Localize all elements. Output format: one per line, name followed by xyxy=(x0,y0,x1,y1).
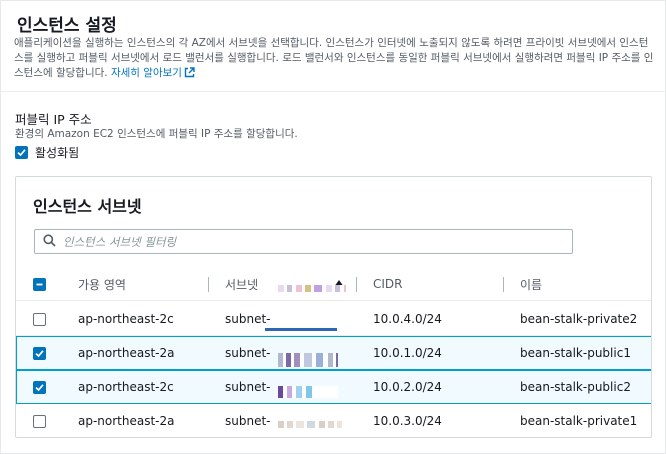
cell-cidr: 10.0.4.0/24 xyxy=(373,312,442,326)
subnets-table: 가용 영역 서브넷 CIDR 이름 ap-northeast-2c subnet… xyxy=(16,267,651,428)
minus-icon xyxy=(36,283,43,286)
cell-cidr: 10.0.2.0/24 xyxy=(373,380,442,394)
column-header-az[interactable]: 가용 영역 xyxy=(78,267,126,301)
public-ip-checkbox-label: 활성화됨 xyxy=(35,146,80,160)
cell-az: ap-northeast-2a xyxy=(78,346,175,360)
redacted-subnet-id xyxy=(278,386,338,398)
table-header: 가용 영역 서브넷 CIDR 이름 xyxy=(16,267,651,301)
select-all-checkbox[interactable] xyxy=(33,278,46,291)
checkmark-icon xyxy=(35,384,44,392)
redacted-subnet-id xyxy=(278,421,342,428)
column-divider[interactable] xyxy=(503,277,504,292)
column-header-subnet[interactable]: 서브넷 xyxy=(225,267,258,301)
subnet-filter-input[interactable] xyxy=(63,234,543,249)
public-ip-description: 환경의 Amazon EC2 인스턴스에 퍼블릭 IP 주소를 할당합니다. xyxy=(15,128,298,140)
row-checkbox[interactable] xyxy=(33,381,46,394)
learn-more-link[interactable]: 자세히 알아보기 xyxy=(111,67,195,79)
cell-az: ap-northeast-2a xyxy=(78,414,175,428)
cell-subnet: subnet- xyxy=(225,346,271,360)
cell-name: bean-stalk-private1 xyxy=(520,414,638,428)
cell-name: bean-stalk-public1 xyxy=(520,346,631,360)
public-ip-checkbox[interactable] xyxy=(15,146,28,159)
external-link-icon xyxy=(184,67,195,83)
search-icon xyxy=(43,232,56,251)
cell-subnet: subnet- xyxy=(225,414,271,428)
cell-az: ap-northeast-2c xyxy=(78,312,174,326)
checkmark-icon xyxy=(35,350,44,358)
cell-az: ap-northeast-2c xyxy=(78,380,174,394)
subnets-title: 인스턴스 서브넷 xyxy=(33,197,142,216)
instance-subnets-container: 인스턴스 서브넷 가용 영역 서브넷 CIDR 이름 xyxy=(15,176,652,438)
public-ip-checkbox-row[interactable]: 활성화됨 xyxy=(15,144,79,161)
row-checkbox[interactable] xyxy=(33,313,46,326)
section-title: 인스턴스 설정 xyxy=(17,16,117,36)
cell-subnet: subnet- xyxy=(225,380,271,394)
column-header-cidr[interactable]: CIDR xyxy=(373,267,403,301)
row-checkbox[interactable] xyxy=(33,415,46,428)
description-text: 애플리케이션을 실행하는 인스턴스의 각 AZ에서 서브넷을 선택합니다. 인스… xyxy=(14,37,654,79)
redaction-bar xyxy=(265,328,337,331)
section-description: 애플리케이션을 실행하는 인스턴스의 각 AZ에서 서브넷을 선택합니다. 인스… xyxy=(14,36,654,83)
cell-name: bean-stalk-private2 xyxy=(520,312,638,326)
cell-cidr: 10.0.1.0/24 xyxy=(373,346,442,360)
column-header-name[interactable]: 이름 xyxy=(520,267,542,301)
cell-cidr: 10.0.3.0/24 xyxy=(373,414,442,428)
section-divider xyxy=(1,91,666,92)
redacted-subnet-id xyxy=(278,285,346,292)
instance-settings-panel: 인스턴스 설정 애플리케이션을 실행하는 인스턴스의 각 AZ에서 서브넷을 선… xyxy=(0,0,666,454)
row-checkbox[interactable] xyxy=(33,347,46,360)
redacted-subnet-id xyxy=(278,353,338,367)
column-divider[interactable] xyxy=(208,277,209,292)
learn-more-label: 자세히 알아보기 xyxy=(110,67,182,79)
cell-name: bean-stalk-public2 xyxy=(520,380,631,394)
column-divider[interactable] xyxy=(356,277,357,292)
subnet-filter[interactable] xyxy=(34,229,573,254)
cell-subnet: subnet- xyxy=(225,312,271,326)
checkmark-icon xyxy=(17,149,26,157)
